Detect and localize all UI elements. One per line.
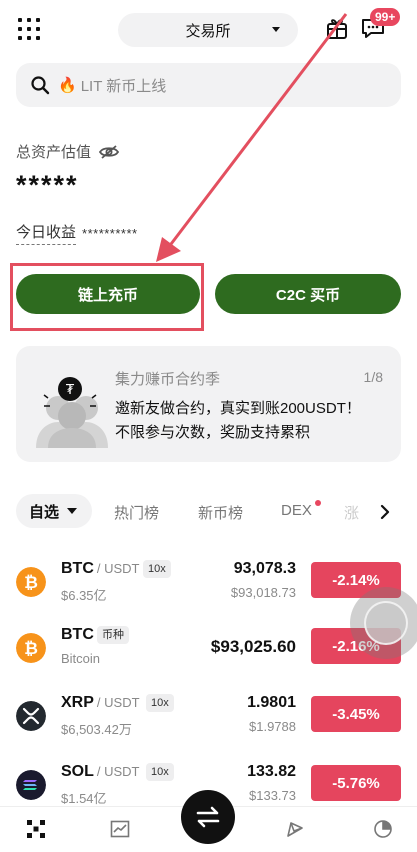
- top-bar: 交易所 99+: [0, 0, 417, 60]
- coin-tag: 币种: [97, 626, 129, 644]
- c2c-buy-button[interactable]: C2C 买币: [215, 274, 401, 314]
- search-icon: [31, 76, 50, 95]
- market-symbol: BTC: [61, 626, 94, 643]
- tab-favorites-label: 自选: [29, 503, 60, 521]
- solana-icon: [16, 770, 46, 800]
- total-assets-label: 总资产估值: [16, 141, 120, 162]
- gift-icon[interactable]: [326, 16, 348, 40]
- leverage-tag: 10x: [146, 763, 174, 781]
- trade-swap-button[interactable]: [181, 790, 235, 844]
- market-price-usd: $93,018.73: [230, 585, 296, 600]
- market-price-usd: $133.73: [249, 788, 296, 803]
- annotation-highlight-box: [10, 263, 204, 331]
- change-badge[interactable]: -5.76%: [311, 765, 401, 801]
- change-badge[interactable]: -3.45%: [311, 696, 401, 732]
- search-bar[interactable]: 🔥 LIT 新币上线: [16, 63, 401, 107]
- caret-down-icon: [272, 27, 280, 32]
- market-symbol: BTC / USDT: [61, 560, 140, 577]
- market-price: $93,025.60: [210, 637, 296, 656]
- tab-new[interactable]: 新币榜: [198, 502, 243, 523]
- market-price: 133.82: [247, 763, 296, 780]
- market-price: 1.9801: [247, 694, 296, 711]
- tab-hot[interactable]: 热门榜: [114, 502, 159, 523]
- home-logo-icon[interactable]: [26, 819, 46, 839]
- market-symbol: SOL / USDT: [61, 763, 140, 780]
- caret-down-icon: [67, 508, 78, 514]
- market-volume: $6.35亿: [61, 588, 107, 603]
- leverage-tag: 10x: [146, 694, 174, 712]
- search-placeholder: LIT 新币上线: [80, 77, 167, 95]
- bitcoin-icon: ₿: [16, 567, 46, 597]
- chevron-right-icon[interactable]: [378, 504, 392, 520]
- fire-icon: 🔥: [58, 77, 77, 94]
- notification-badge: 99+: [370, 8, 401, 26]
- promo-line-2: 不限参与次数，奖励支持累积: [115, 424, 311, 441]
- today-earnings-label: 今日收益: [16, 221, 77, 245]
- market-symbol: XRP / USDT: [61, 694, 140, 711]
- promo-title: 集力赚币合约季: [115, 371, 221, 388]
- market-name: Bitcoin: [61, 651, 101, 666]
- today-earnings-value: **********: [82, 225, 138, 241]
- eye-off-icon[interactable]: [99, 144, 120, 160]
- total-assets-text: 总资产估值: [16, 144, 92, 161]
- svg-text:₮: ₮: [66, 383, 75, 398]
- promo-pager: 1/8: [363, 369, 383, 385]
- apps-grid-icon[interactable]: [18, 18, 40, 40]
- svg-text:₿: ₿: [24, 639, 38, 659]
- market-price: 93,078.3: [233, 560, 296, 577]
- swap-arrows-icon: [196, 806, 220, 828]
- bitcoin-icon: ₿: [16, 633, 46, 663]
- tab-partial[interactable]: 涨: [344, 502, 359, 523]
- tab-dex[interactable]: DEX: [281, 502, 312, 519]
- floating-assistive-button[interactable]: [350, 587, 417, 659]
- exchange-label: 交易所: [185, 22, 231, 40]
- total-assets-value: *****: [16, 170, 79, 200]
- market-row[interactable]: XRP / USDT 10x $6,503.42万 1.9801 $1.9788 …: [0, 688, 417, 754]
- market-price-usd: $1.9788: [249, 719, 296, 734]
- promo-avatar-icon: ₮: [36, 377, 108, 448]
- promo-line-1: 邀新友做合约，真实到账200USDT！: [115, 400, 361, 417]
- exchange-switcher[interactable]: 交易所: [118, 13, 298, 47]
- today-earnings[interactable]: 今日收益 **********: [16, 221, 138, 245]
- promo-card[interactable]: ₮ 集力赚币合约季 1/8 邀新友做合约，真实到账200USDT！ 不限参与次数…: [16, 346, 401, 462]
- market-volume: $1.54亿: [61, 791, 107, 806]
- market-tabs: 自选 热门榜 新币榜 DEX 涨: [0, 494, 417, 530]
- tab-dex-dot: [315, 500, 321, 506]
- tab-favorites[interactable]: 自选: [16, 494, 92, 528]
- markets-chart-icon[interactable]: [110, 819, 130, 839]
- xrp-icon: [16, 701, 46, 731]
- leverage-tag: 10x: [143, 560, 171, 578]
- assets-pie-icon[interactable]: [373, 819, 393, 839]
- svg-text:₿: ₿: [24, 573, 38, 593]
- market-volume: $6,503.42万: [61, 722, 132, 737]
- discover-icon[interactable]: [285, 819, 305, 839]
- floating-button-inner: [364, 601, 408, 645]
